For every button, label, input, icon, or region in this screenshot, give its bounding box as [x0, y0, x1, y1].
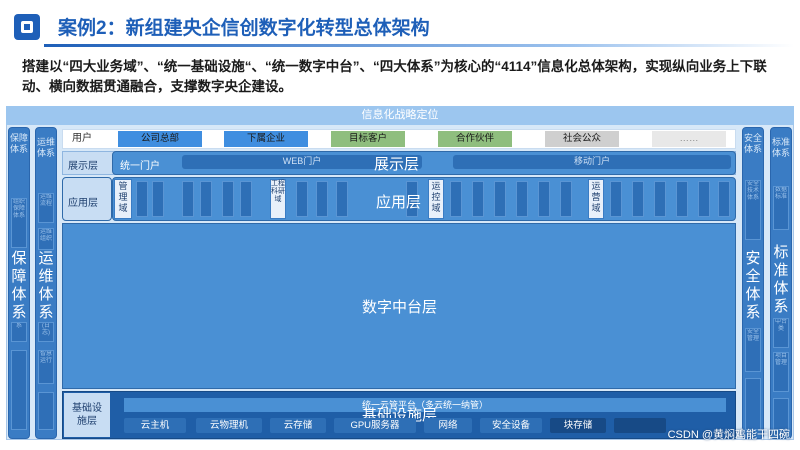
user-hq: 公司总部 — [118, 131, 202, 147]
module — [494, 181, 506, 217]
ops-mini-1: 运维流程 — [38, 193, 54, 223]
guarantee-mini-1: 组织保障体系 — [11, 198, 27, 248]
module — [450, 181, 462, 217]
security-mini-1: 安全技术体系 — [745, 180, 761, 240]
presentation-title: 展示层 — [374, 156, 420, 173]
ops-small-label: 运维体系 — [37, 137, 56, 158]
page-subtitle: 搭建以“四大业务域”、“统一基础设施“、“统一数字中台”、“四大体系”为核心的“… — [22, 59, 767, 94]
strategy-bar: 信息化战略定位 — [6, 106, 794, 125]
security-big-label: 安全体系 — [745, 250, 761, 321]
domain-management-title: 管理域 — [118, 181, 128, 213]
module — [316, 181, 328, 217]
domain-engineering-title: 工程科研域 — [271, 180, 285, 203]
module — [698, 181, 710, 217]
ops-mini-3: (日志) — [38, 322, 54, 342]
infra-security-device: 安全设备 — [480, 418, 542, 433]
infra-cloud-host: 云主机 — [124, 418, 186, 433]
module — [152, 181, 164, 217]
module — [654, 181, 666, 217]
standards-mini-3: 项目管理 — [773, 352, 789, 392]
standards-mini-2: 中台类 — [773, 318, 789, 348]
infra-extra — [614, 418, 666, 433]
ops-mini-5 — [38, 392, 54, 430]
chip-icon — [14, 14, 40, 40]
ops-mini-2: 运维组织 — [38, 228, 54, 250]
title-underline — [44, 44, 794, 47]
digital-middle-platform-title: 数字中台层 — [362, 299, 438, 316]
standards-big-label: 标准体系 — [773, 244, 789, 315]
user-row-label: 用户 — [72, 133, 92, 144]
page-title: 案例2：新组建央企信创数字化转型总体架构 — [58, 18, 430, 39]
guarantee-mini-3 — [11, 350, 27, 430]
infra-cloud-physical: 云物理机 — [196, 418, 262, 433]
user-public: 社会公众 — [545, 131, 619, 147]
module — [610, 181, 622, 217]
module — [718, 181, 730, 217]
module — [560, 181, 572, 217]
module — [632, 181, 644, 217]
infrastructure-label: 基础设施层 — [72, 403, 102, 427]
module — [472, 181, 484, 217]
module — [200, 181, 212, 217]
infra-block-storage: 块存储 — [550, 418, 606, 433]
module — [136, 181, 148, 217]
user-subsidiary: 下属企业 — [224, 131, 308, 147]
application-label: 应用层 — [68, 198, 98, 209]
module — [182, 181, 194, 217]
security-mini-2: 安全管理 — [745, 328, 761, 372]
unified-portal: 统一门户 — [120, 161, 160, 172]
module — [222, 181, 234, 217]
mobile-portal: 移动门户 — [453, 155, 731, 169]
standards-mini-1: 数据标准 — [773, 186, 789, 230]
ops-mini-4: 智慧运行 — [38, 350, 54, 384]
security-small-label: 安全体系 — [744, 133, 763, 154]
module — [516, 181, 528, 217]
infra-cloud-storage: 云存储 — [270, 418, 326, 433]
module — [676, 181, 688, 217]
domain-operations-title: 运营域 — [591, 181, 601, 213]
user-more: …… — [652, 131, 726, 147]
presentation-label: 展示层 — [68, 161, 98, 172]
standards-small-label: 标准体系 — [772, 137, 791, 158]
watermark: CSDN @黄焖鸡能干四碗 — [667, 429, 790, 441]
module — [296, 181, 308, 217]
module — [538, 181, 550, 217]
guarantee-big-label: 保障体系 — [11, 250, 27, 321]
guarantee-small-label: 保障体系 — [10, 133, 29, 154]
module — [240, 181, 252, 217]
user-partner: 合作伙伴 — [438, 131, 512, 147]
ops-big-label: 运维体系 — [38, 250, 54, 321]
user-target-customer: 目标客户 — [331, 131, 405, 147]
guarantee-mini-2: 系 — [11, 322, 27, 342]
module — [336, 181, 348, 217]
security-mini-3 — [745, 378, 761, 430]
application-title: 应用层 — [376, 194, 422, 211]
infra-network: 网络 — [424, 418, 472, 433]
infra-gpu-server: GPU服务器 — [334, 418, 416, 433]
domain-operation-control-title: 运控域 — [431, 181, 441, 213]
